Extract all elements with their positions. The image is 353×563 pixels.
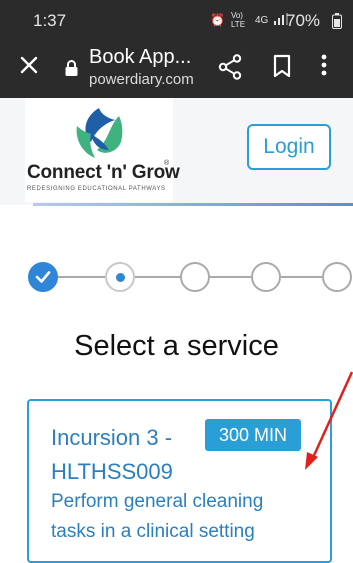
close-icon[interactable]: [18, 54, 40, 80]
brand-tagline: REDESIGNING EDUCATIONAL PATHWAYS: [27, 186, 166, 192]
browser-toolbar: Book App... powerdiary.com: [0, 42, 353, 98]
login-button[interactable]: Login: [247, 124, 331, 170]
logo-mark-icon: [69, 106, 127, 169]
brand-name: Connect 'n' Grow: [27, 162, 180, 183]
service-name[interactable]: Incursion 3 - HLTHSS009: [51, 421, 231, 489]
step-4-upcoming: [251, 262, 281, 292]
step-2-current[interactable]: [105, 262, 135, 292]
alarm-icon: ⏰: [210, 13, 225, 27]
status-bar: 1:37 ⏰ Vo) LTE 4G 70%: [0, 0, 353, 42]
page-heading: Select a service: [74, 330, 279, 362]
battery-level: 70%: [286, 11, 321, 30]
step-connector: [58, 276, 105, 278]
status-icons: ⏰ Vo) LTE 4G: [210, 11, 289, 29]
duration-badge: 300 MIN: [205, 419, 302, 451]
step-connector: [135, 276, 180, 278]
check-icon: [35, 271, 51, 283]
step-5-upcoming: [322, 262, 352, 292]
step-connector: [281, 276, 322, 278]
lock-icon: [65, 60, 78, 79]
more-options-icon[interactable]: [321, 54, 327, 80]
service-card[interactable]: Incursion 3 - HLTHSS009 300 MIN Perform …: [27, 399, 332, 563]
volte-icon: Vo) LTE: [230, 11, 246, 29]
page-title[interactable]: Book App...: [89, 46, 191, 69]
battery-icon: [332, 13, 342, 34]
4g-icon: 4G: [254, 14, 269, 26]
registered-mark: ®: [164, 160, 170, 167]
brand-logo[interactable]: Connect 'n' Grow ® REDESIGNING EDUCATION…: [25, 98, 180, 202]
step-1-complete[interactable]: [28, 262, 58, 292]
step-3-upcoming: [180, 262, 210, 292]
service-description: Perform general cleaning tasks in a clin…: [51, 491, 264, 542]
booking-stepper: [0, 250, 353, 304]
step-connector: [210, 276, 251, 278]
header-divider: [33, 203, 353, 206]
status-time: 1:37: [33, 11, 67, 30]
share-icon[interactable]: [218, 54, 242, 85]
bookmark-icon[interactable]: [273, 54, 291, 83]
page-url[interactable]: powerdiary.com: [89, 71, 194, 88]
